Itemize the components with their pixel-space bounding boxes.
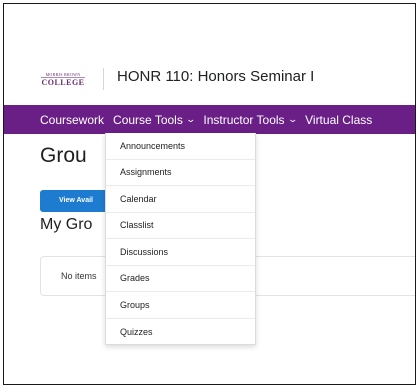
course-title[interactable]: HONR 110: Honors Seminar I	[117, 68, 314, 85]
menu-item-classlist[interactable]: Classlist	[106, 213, 255, 239]
nav-item-label: Course Tools	[113, 112, 183, 127]
browser-frame: MORRIS BROWN COLLEGE HONR 110: Honors Se…	[3, 3, 416, 385]
my-groups-heading: My Gro	[40, 216, 93, 233]
nav-item-label: Virtual Class	[305, 112, 373, 127]
menu-item-groups[interactable]: Groups	[106, 292, 255, 319]
course-header: MORRIS BROWN COLLEGE HONR 110: Honors Se…	[4, 4, 415, 105]
nav-item-label: Coursework	[40, 112, 105, 127]
view-available-groups-button[interactable]: View Avail	[40, 190, 112, 212]
nav-item-virtual-class[interactable]: Virtual Class	[305, 113, 372, 127]
menu-item-announcements[interactable]: Announcements	[106, 133, 255, 160]
empty-message: No items	[61, 271, 97, 281]
nav-item-instructor-tools[interactable]: Instructor Tools ⌄	[203, 112, 298, 127]
menu-item-calendar[interactable]: Calendar	[106, 186, 255, 213]
nav-item-course-tools[interactable]: Course Tools ⌄	[113, 112, 196, 127]
nav-item-coursework[interactable]: Coursework	[40, 113, 104, 127]
chevron-down-icon: ⌄	[287, 114, 298, 124]
college-logo[interactable]: MORRIS BROWN COLLEGE	[41, 70, 85, 88]
page-title: Grou	[40, 144, 87, 167]
menu-item-discussions[interactable]: Discussions	[106, 239, 255, 266]
menu-item-grades[interactable]: Grades	[106, 266, 255, 292]
menu-item-quizzes[interactable]: Quizzes	[106, 319, 255, 345]
menu-item-assignments[interactable]: Assignments	[106, 160, 255, 186]
logo-line-2: COLLEGE	[41, 76, 85, 87]
chevron-down-icon: ⌄	[185, 114, 196, 124]
course-navbar: Coursework Course Tools ⌄ Instructor Too…	[4, 105, 415, 134]
header-divider	[103, 68, 104, 90]
nav-item-label: Instructor Tools	[203, 112, 285, 127]
course-tools-dropdown: Announcements Assignments Calendar Class…	[105, 133, 256, 345]
